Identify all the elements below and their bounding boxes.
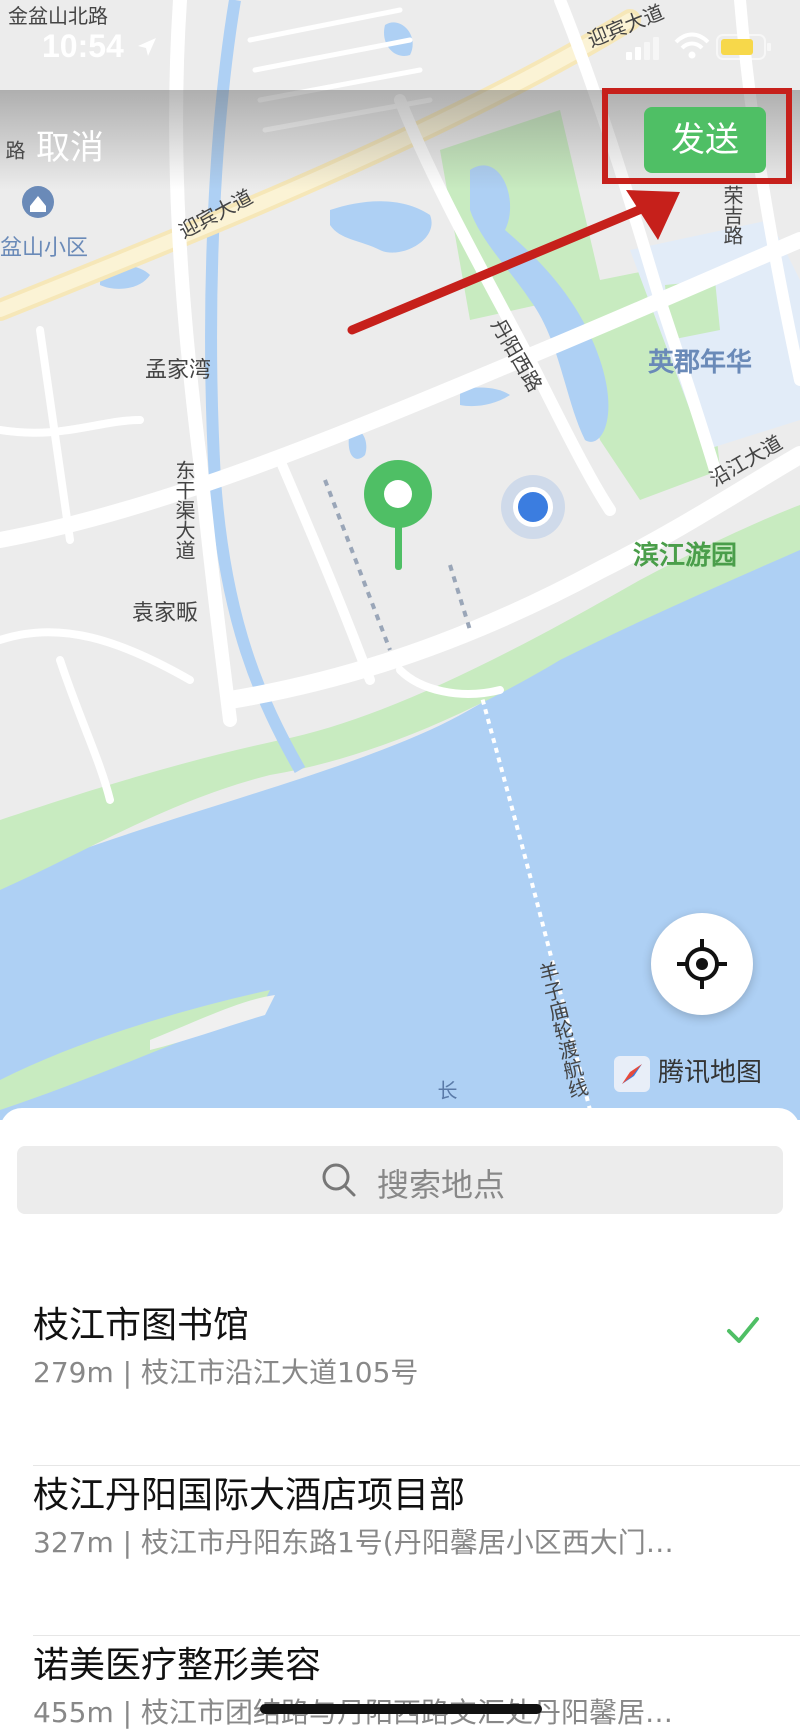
- cellular-signal-icon: [626, 37, 659, 60]
- home-indicator: [260, 1704, 542, 1714]
- results-sheet: 搜索地点 枝江市图书馆 279m | 枝江市沿江大道105号 枝江丹阳国际大酒店…: [0, 1108, 800, 1733]
- list-item[interactable]: 枝江丹阳国际大酒店项目部 327m | 枝江市丹阳东路1号(丹阳馨居小区西大门…: [33, 1466, 800, 1636]
- status-bar: 10:54: [0, 0, 800, 90]
- locate-me-button[interactable]: [651, 913, 753, 1015]
- location-pin-icon[interactable]: [362, 458, 434, 574]
- current-location-dot-icon: [501, 475, 565, 539]
- status-time: 10:54: [42, 28, 124, 64]
- map-provider-label: 腾讯地图: [658, 1058, 763, 1088]
- map-label: 孟家湾: [145, 358, 212, 383]
- checkmark-icon: [727, 1317, 759, 1343]
- map-label: 长: [434, 1080, 458, 1100]
- cancel-button[interactable]: 取消: [36, 120, 104, 169]
- map-provider-brand: 腾讯地图: [614, 1052, 762, 1092]
- wifi-icon: [674, 32, 710, 59]
- place-title: 枝江市图书馆: [33, 1305, 250, 1346]
- map-label: 东干渠大道: [172, 460, 196, 560]
- annotation-arrow-icon: [347, 190, 680, 335]
- place-subtitle: 279m | 枝江市沿江大道105号: [33, 1356, 419, 1389]
- location-arrow-icon: [138, 38, 156, 56]
- place-title: 枝江丹阳国际大酒店项目部: [33, 1475, 466, 1516]
- compass-logo-icon: [614, 1055, 650, 1092]
- list-item[interactable]: 诺美医疗整形美容 455m | 枝江市团结路与丹阳西路交汇处丹阳馨居…: [33, 1636, 800, 1733]
- annotation-highlight-box: [602, 88, 792, 184]
- search-input[interactable]: 搜索地点: [17, 1146, 783, 1214]
- battery-icon: [716, 34, 771, 60]
- place-subtitle: 327m | 枝江市丹阳东路1号(丹阳馨居小区西大门…: [33, 1526, 674, 1559]
- map-label: 盆山小区: [0, 236, 89, 261]
- map-label: 袁家畈: [132, 601, 199, 626]
- map-label: 滨江游园: [633, 541, 738, 571]
- search-icon: [322, 1163, 356, 1197]
- list-item[interactable]: 枝江市图书馆 279m | 枝江市沿江大道105号: [33, 1296, 800, 1466]
- place-title: 诺美医疗整形美容: [33, 1645, 322, 1686]
- search-placeholder: 搜索地点: [377, 1166, 506, 1204]
- map-label: 英郡年华: [648, 348, 753, 378]
- target-icon: [677, 939, 727, 989]
- map-label: 荣吉路: [720, 185, 744, 245]
